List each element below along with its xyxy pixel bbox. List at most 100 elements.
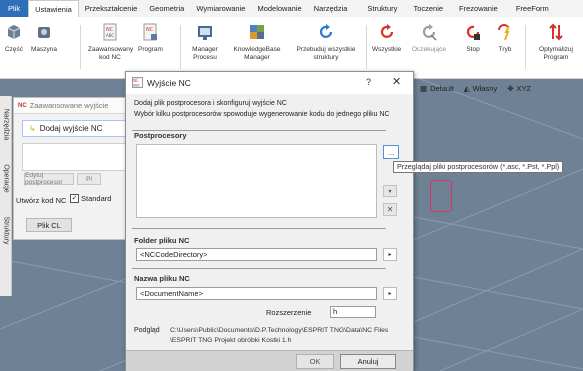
dialog-description-2: Wybór kilku postprocesorów spowoduje wyg…	[134, 111, 390, 118]
knowledgebase-icon	[246, 21, 268, 43]
ribbon-toolbar: Część Maszyna NC ABC Zaawansowany kod NC …	[0, 17, 583, 79]
postprocessors-label: Postprocesory	[134, 131, 187, 140]
ok-button[interactable]: OK	[296, 354, 334, 369]
program-button[interactable]: NC Program	[138, 21, 163, 54]
pl-button[interactable]: Pl	[77, 173, 101, 185]
svg-text:NC: NC	[146, 27, 154, 33]
arrow-right-icon: ▸	[388, 252, 392, 258]
help-button[interactable]: ?	[366, 77, 371, 87]
folder-divider	[132, 228, 386, 229]
nc-output-dialog: NC ABC Wyjście NC ? ✕ Dodaj plik postproc…	[125, 71, 414, 371]
part-outline	[430, 180, 452, 212]
move-down-button[interactable]: ▾	[383, 185, 397, 197]
browse-tooltip: Przeglądaj pliki postprocesorów (*.asc, …	[393, 161, 564, 173]
menu-modeling[interactable]: Modelowanie	[251, 0, 307, 17]
ribbon-separator	[525, 25, 526, 69]
svg-text:ABC: ABC	[106, 33, 114, 38]
nc-small-icon: NC	[18, 102, 27, 109]
rebuild-icon	[315, 21, 337, 43]
knowledgebase-manager-button[interactable]: KnowledgeBase Manager	[228, 21, 286, 62]
view-custom[interactable]: ◭ Własny	[464, 84, 497, 93]
refresh-all-button[interactable]: Wszystkie	[372, 21, 401, 54]
nc-folder-input[interactable]: <NCCodeDirectory>	[136, 248, 377, 261]
svg-text:NC: NC	[133, 78, 139, 83]
optimize-program-button[interactable]: Optymalizuj Program	[532, 21, 580, 62]
menu-geometry[interactable]: Geometria	[143, 0, 190, 17]
menu-tools[interactable]: Narzędzia	[308, 0, 354, 17]
nc-code-icon: NC ABC	[99, 21, 121, 43]
nc-output-icon: NC ABC	[132, 76, 143, 90]
menu-transform[interactable]: Przekształcenie	[79, 0, 144, 17]
menu-settings[interactable]: Ustawienia	[28, 0, 79, 18]
advanced-nc-button[interactable]: NC ABC Zaawansowany kod NC	[88, 21, 133, 62]
view-default-icon: ▦	[420, 83, 428, 93]
svg-text:ABC: ABC	[133, 83, 141, 87]
postprocessors-list[interactable]	[136, 144, 377, 218]
machine-button[interactable]: Maszyna	[31, 21, 57, 54]
preview-label: Podgląd	[134, 327, 160, 334]
plik-cl-button[interactable]: Plik CL	[26, 218, 72, 232]
view-toolbar: ▦ Default ◭ Własny ✥ XYZ	[420, 80, 531, 96]
ribbon-separator	[180, 25, 181, 69]
filename-divider	[132, 268, 386, 269]
cancel-button[interactable]: Anuluj	[340, 354, 396, 369]
dialog-titlebar: NC ABC Wyjście NC ? ✕	[126, 72, 413, 94]
add-output-icon: ↳	[29, 124, 36, 133]
browse-postprocessors-button[interactable]: ...	[383, 145, 399, 159]
ribbon-separator	[80, 25, 81, 69]
xyz-icon: ✥	[507, 83, 514, 93]
add-nc-output-button[interactable]: ↳ Dodaj wyjście NC	[22, 120, 126, 137]
view-custom-icon: ◭	[463, 83, 470, 93]
menu-features[interactable]: Struktury	[361, 0, 403, 17]
process-manager-icon	[194, 21, 216, 43]
tab-features[interactable]: Struktury	[0, 206, 12, 254]
tab-operations[interactable]: Operacje	[0, 154, 12, 202]
part-icon	[3, 21, 25, 43]
folder-macro-button[interactable]: ▸	[383, 248, 397, 261]
mode-icon	[494, 21, 516, 43]
side-tabs: Narzędzia Operacje Struktury	[0, 96, 12, 296]
menu-dimensioning[interactable]: Wymiarowanie	[190, 0, 251, 17]
close-button[interactable]: ✕	[392, 75, 401, 88]
optimize-icon	[545, 21, 567, 43]
view-default[interactable]: ▦ Default	[420, 84, 454, 93]
filename-macro-button[interactable]: ▸	[383, 287, 397, 300]
create-nc-label: Utwórz kod NC	[16, 196, 67, 205]
standard-checkbox[interactable]: ✓ Standard	[70, 194, 111, 203]
rebuild-all-button[interactable]: Przebuduj wszystkie struktury	[290, 21, 362, 62]
ribbon-separator	[366, 25, 367, 69]
program-icon: NC	[139, 21, 161, 43]
extension-input[interactable]: h	[330, 306, 376, 318]
menu-milling[interactable]: Frezowanie	[453, 0, 504, 17]
mode-button[interactable]: Tryb	[494, 21, 516, 54]
arrow-right-icon: ▸	[388, 291, 392, 297]
filename-label: Nazwa pliku NC	[134, 274, 190, 283]
menu-freeform[interactable]: FreeForm	[510, 0, 555, 17]
extension-label: Rozszerzenie	[266, 308, 312, 317]
pending-button[interactable]: Oczekujące	[412, 21, 446, 54]
process-manager-button[interactable]: Manager Procesu	[188, 21, 222, 62]
advanced-output-panel: NC Zaawansowane wyjście ↳ Dodaj wyjście …	[13, 97, 133, 240]
output-list[interactable]	[22, 143, 128, 171]
stop-icon	[462, 21, 484, 43]
menu-turning[interactable]: Toczenie	[407, 0, 449, 17]
preview-path-line-1: C:\Users\Public\Documents\D.P.Technology…	[170, 327, 389, 334]
stop-button[interactable]: Stop	[462, 21, 484, 54]
part-button[interactable]: Część	[3, 21, 25, 54]
preview-path-line-2: \ESPRIT TNG Projekt obróbki Kostki 1.h	[170, 337, 292, 344]
dialog-footer: OK Anuluj	[126, 350, 413, 371]
nc-filename-input[interactable]: <DocumentName>	[136, 287, 377, 300]
remove-postprocessor-button[interactable]: ✕	[383, 203, 397, 216]
machine-icon	[33, 21, 55, 43]
panel-title: NC Zaawansowane wyjście	[14, 98, 132, 114]
refresh-all-icon	[376, 21, 398, 43]
dialog-title: Wyjście NC	[147, 78, 191, 88]
tab-tools[interactable]: Narzędzia	[0, 98, 12, 150]
checkbox-checked-icon: ✓	[70, 194, 79, 203]
menu-bar: Plik Ustawienia Przekształcenie Geometri…	[0, 0, 583, 18]
folder-label: Folder pliku NC	[134, 236, 190, 245]
view-xyz[interactable]: ✥ XYZ	[507, 84, 531, 93]
menu-file[interactable]: Plik	[0, 0, 29, 17]
edit-postprocessor-button[interactable]: Edytuj postprocesor	[24, 172, 74, 186]
dialog-description-1: Dodaj plik postprocesora i skonfiguruj w…	[134, 100, 287, 107]
